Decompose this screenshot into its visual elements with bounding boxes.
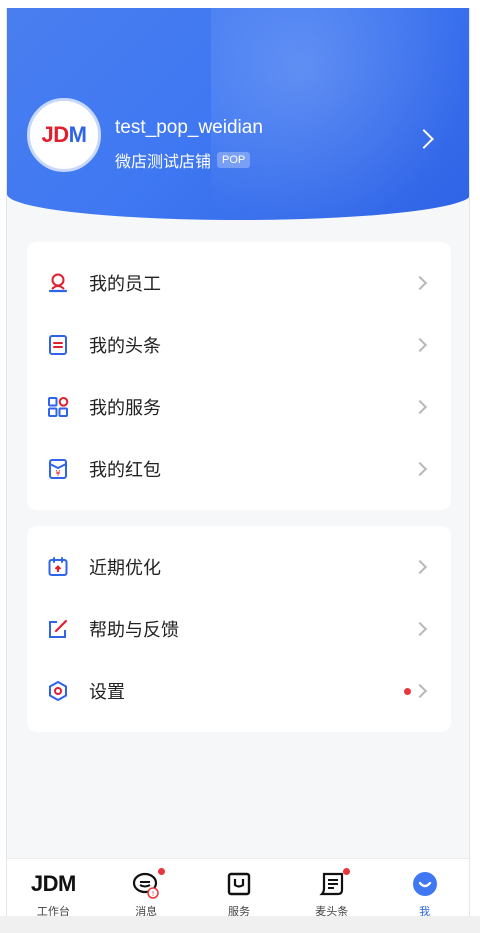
pop-badge: POP (217, 152, 251, 168)
profile-header[interactable]: JDM test_pop_weidian 微店测试店铺 POP (7, 8, 469, 248)
notification-dot (342, 868, 350, 875)
services-grid-icon (48, 397, 69, 417)
bottom-strip (0, 916, 480, 933)
svg-text:!: ! (152, 890, 155, 898)
tab-workbench[interactable]: JDM 工作台 (7, 859, 100, 924)
menu-item-settings[interactable]: 设置 (27, 660, 451, 722)
menu-label: 我的头条 (89, 336, 161, 357)
menu-card-main: 我的员工 我的头条 我的服务 ¥ 我的红包 (27, 242, 451, 510)
message-icon: ! (133, 872, 159, 899)
bottom-tab-bar: JDM 工作台 ! 消息 服务 麦头条 我 (7, 858, 469, 924)
menu-label: 我的红包 (89, 460, 161, 481)
chevron-right-icon (412, 559, 428, 575)
me-icon (412, 872, 437, 896)
menu-item-optimization[interactable]: 近期优化 (27, 536, 451, 598)
notification-dot (404, 687, 411, 695)
tab-news[interactable]: 麦头条 (285, 859, 378, 924)
svg-text:¥: ¥ (55, 469, 60, 478)
red-packet-icon: ¥ (49, 459, 67, 479)
chevron-right-icon (412, 621, 428, 637)
jdm-logo: JDM (41, 122, 87, 147)
menu-card-settings: 近期优化 帮助与反馈 设置 (27, 526, 451, 732)
jdm-logo-icon: JDM (30, 871, 76, 896)
tab-service[interactable]: 服务 (193, 859, 286, 924)
menu-item-services[interactable]: 我的服务 (27, 376, 451, 438)
menu-item-red-packet[interactable]: ¥ 我的红包 (27, 438, 451, 500)
menu-label: 近期优化 (89, 558, 161, 579)
headline-icon (49, 335, 67, 355)
chevron-right-icon (412, 275, 428, 291)
news-icon (319, 872, 343, 896)
shop-name: 微店测试店铺 (115, 152, 212, 171)
staff-icon (48, 273, 68, 293)
menu-label: 我的服务 (89, 398, 161, 419)
notification-dot (158, 868, 166, 875)
chevron-right-icon (412, 337, 428, 353)
service-box-icon (227, 872, 251, 896)
chevron-right-icon (412, 683, 428, 699)
settings-icon (49, 680, 67, 702)
avatar[interactable]: JDM (27, 98, 101, 172)
menu-item-staff[interactable]: 我的员工 (27, 252, 451, 314)
calendar-icon (48, 557, 68, 576)
app-screen: JDM test_pop_weidian 微店测试店铺 POP 我的员工 我的头… (6, 8, 470, 924)
shop-info: 微店测试店铺 POP (115, 148, 251, 172)
username: test_pop_weidian (115, 117, 263, 138)
chevron-right-icon (412, 461, 428, 477)
tab-me[interactable]: 我 (378, 859, 469, 924)
menu-item-help-feedback[interactable]: 帮助与反馈 (27, 598, 451, 660)
menu-label: 我的员工 (89, 274, 161, 295)
profile-chevron-right-icon[interactable] (414, 129, 434, 149)
chevron-right-icon (412, 399, 428, 415)
tab-messages[interactable]: ! 消息 (100, 859, 193, 924)
menu-label: 帮助与反馈 (89, 620, 179, 641)
edit-feedback-icon (49, 619, 68, 638)
menu-label: 设置 (89, 682, 125, 703)
menu-item-headline[interactable]: 我的头条 (27, 314, 451, 376)
